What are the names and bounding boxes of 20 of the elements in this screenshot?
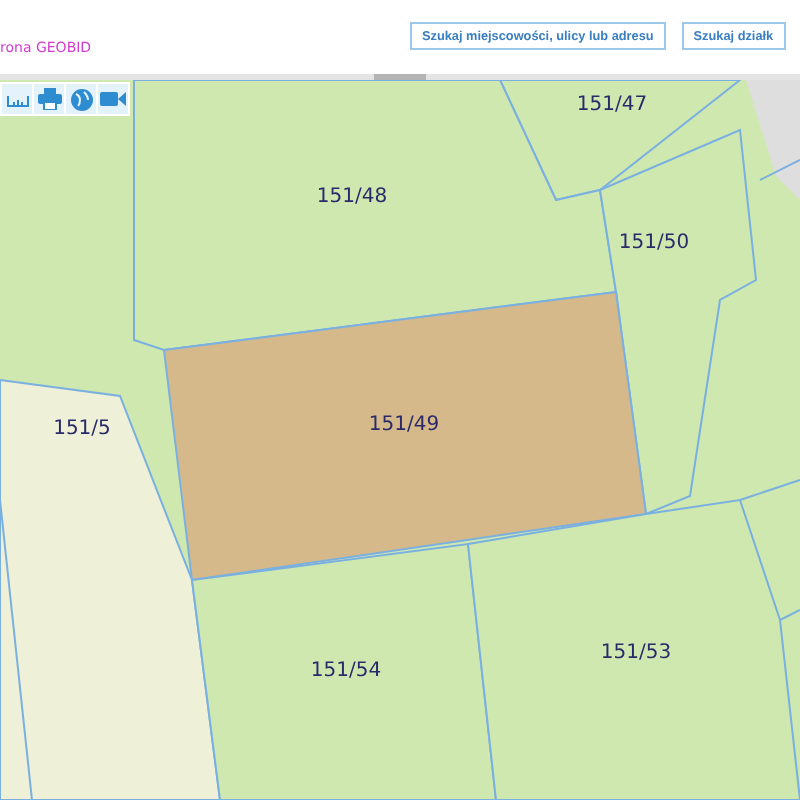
ruler-icon[interactable]: [2, 84, 32, 114]
parcel-label: 151/48: [316, 186, 388, 208]
parcel-label: 151/47: [576, 94, 648, 116]
parcel[interactable]: [466, 498, 800, 800]
parcel[interactable]: [162, 290, 648, 582]
parcel[interactable]: [498, 80, 743, 202]
parcel-boundary: [779, 609, 800, 621]
resize-handle[interactable]: [374, 74, 426, 80]
print-icon[interactable]: [34, 84, 64, 114]
parcel[interactable]: [190, 542, 498, 800]
parcel-label: 151/49: [368, 414, 440, 436]
parcel-label: 151/50: [618, 232, 690, 254]
parcel[interactable]: [0, 378, 222, 800]
video-camera-icon[interactable]: [98, 84, 128, 114]
globe-icon[interactable]: [66, 84, 96, 114]
parcel-label: 151/53: [600, 642, 672, 664]
parcel-boundary: [759, 159, 800, 181]
parcel-label: 151/5: [53, 418, 111, 440]
parcel-boundary: [739, 479, 800, 501]
parcel-label: 151/54: [310, 660, 382, 682]
